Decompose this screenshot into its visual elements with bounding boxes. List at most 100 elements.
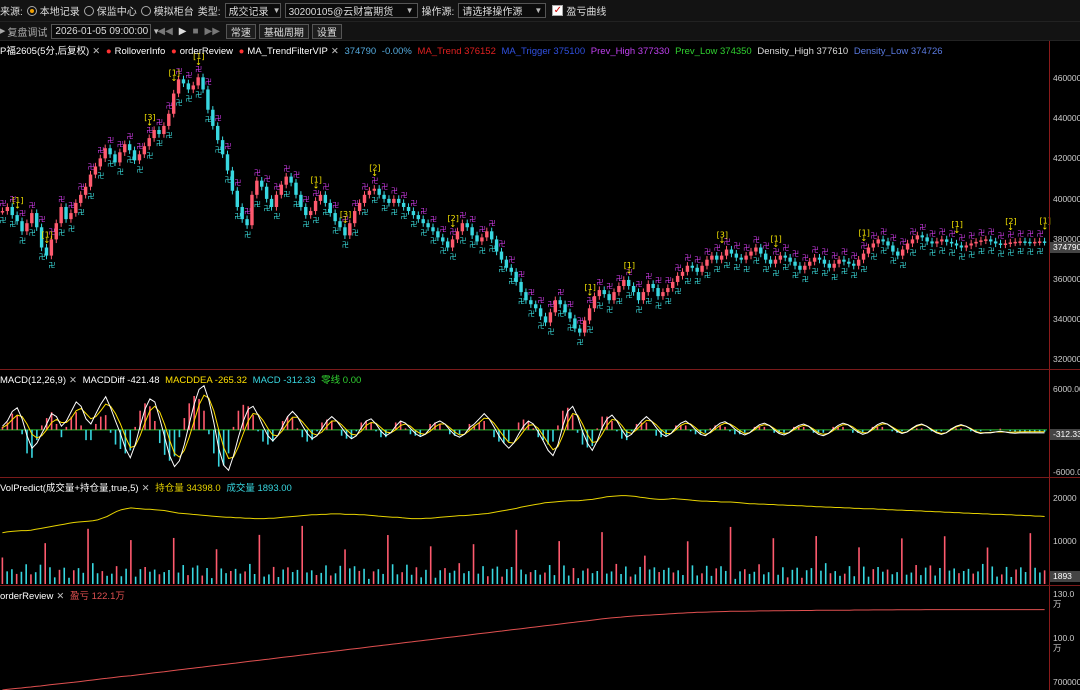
close-icon[interactable]: ✕ (69, 375, 77, 386)
candle-body (930, 241, 934, 244)
trade-marker-sell: 卍 (851, 252, 858, 260)
trade-marker-sell: 卍 (958, 234, 965, 242)
trade-marker-sell: 卍 (968, 232, 975, 240)
trade-marker-sell: 卍 (909, 228, 916, 236)
operator-select-value: 请选择操作源 (462, 7, 523, 18)
trade-marker-buy: 卍 (665, 298, 672, 306)
candle-body (30, 213, 34, 224)
candle-body (768, 259, 773, 264)
radio-cloud[interactable]: 保监中心 (83, 3, 137, 18)
candle-body (196, 77, 200, 86)
radio-off-icon[interactable] (83, 5, 94, 16)
close-icon[interactable]: ✕ (92, 46, 100, 57)
trade-marker-buy: 卍 (469, 241, 476, 249)
candle-body (827, 263, 831, 268)
trade-marker-buy: 卍 (890, 257, 897, 265)
trade-marker-buy: 卍 (861, 265, 868, 273)
operator-select[interactable]: 请选择操作源 ▼ (458, 3, 547, 18)
candle-body (695, 267, 699, 272)
candle-body (519, 281, 523, 293)
trade-marker-buy: 卍 (401, 213, 408, 221)
trade-marker-buy: 卍 (430, 237, 437, 245)
settings-button[interactable]: 设置 (311, 23, 342, 39)
trade-marker-buy: 卍 (136, 166, 143, 174)
checkbox-checked-icon[interactable]: ✓ (552, 5, 564, 16)
trade-marker-sell: 卍 (900, 238, 907, 246)
candle-body (754, 247, 758, 252)
close-icon[interactable]: ✕ (331, 46, 339, 57)
candle-body (587, 308, 592, 321)
stop-icon[interactable]: ■ (192, 26, 198, 37)
candle-body (69, 213, 73, 220)
rewind-icon[interactable]: ◀◀ (157, 26, 172, 37)
candle-body (441, 237, 445, 242)
candle-body (989, 239, 993, 242)
trade-marker-buy: 卍 (596, 302, 603, 310)
radio-off-icon[interactable] (140, 5, 151, 16)
play-icon[interactable]: ▶ (179, 26, 187, 37)
trade-marker-buy: 卍 (1007, 249, 1014, 257)
pnl-curve-toggle[interactable]: ✓ 盈亏曲线 (552, 3, 606, 18)
candle-body (719, 255, 724, 260)
candle-body (935, 241, 939, 244)
fast-forward-icon[interactable]: ▶▶ (205, 26, 220, 37)
price-tick: 320000 (1053, 354, 1080, 364)
radio-sim[interactable]: 模拟柜台 (140, 3, 194, 18)
replay-debug[interactable]: ▶ 复盘调试 (0, 24, 47, 39)
volume-value: 成交量 1893.00 (226, 483, 292, 494)
trade-marker-buy: 卍 (812, 267, 819, 275)
trade-marker-sell: 卍 (694, 256, 701, 264)
datetime-select[interactable]: 2026-01-05 09:00:00 ▼ (51, 23, 160, 39)
trade-marker-buy: 卍 (998, 250, 1005, 258)
close-icon[interactable]: ✕ (56, 591, 64, 602)
trade-marker-buy: 卍 (273, 213, 280, 221)
close-icon[interactable]: ✕ (142, 483, 150, 494)
trade-marker-sell: 卍 (352, 199, 359, 207)
trade-marker-sell: 卍 (254, 169, 261, 177)
trade-marker-buy: 卍 (978, 248, 985, 256)
candle-body (411, 211, 416, 216)
macd-legend: MACD(12,26,9) ✕ MACDDiff -421.48 MACDDEA … (0, 372, 364, 386)
trade-marker-buy: 卍 (538, 322, 545, 330)
price-legend: P福2605(5分,后复权) ✕ ● RolloverInfo ● orderRevi… (0, 43, 946, 57)
radio-on-icon[interactable] (26, 5, 37, 16)
account-select[interactable]: 30200105@云财富期货 ▼ (284, 3, 418, 18)
trade-marker-sell: 卍 (616, 274, 623, 282)
candle-body (940, 239, 944, 242)
trade-marker-sell: 卍 (802, 254, 809, 262)
candle-body (817, 257, 822, 260)
price-tick: 340000 (1053, 314, 1080, 324)
candle-body (661, 292, 665, 297)
trade-marker-buy: 卍 (772, 269, 779, 277)
type-select[interactable]: 成交记录 ▼ (224, 3, 281, 18)
radio-local[interactable]: 本地记录 (26, 3, 80, 18)
trade-marker-sell: 卍 (107, 137, 114, 145)
candle-body (127, 144, 132, 151)
trade-marker-buy: 卍 (577, 338, 584, 346)
speed-button[interactable]: 常速 (225, 23, 256, 39)
candle-body (710, 255, 714, 260)
trade-marker-buy: 卍 (587, 326, 594, 334)
volume-legend: VolPredict(成交量+持仓量,true,5) ✕ 持仓量 34398.0 … (0, 480, 295, 494)
candle-body (974, 241, 978, 244)
candle-body (876, 239, 880, 244)
trade-marker-sell: 卍 (919, 224, 926, 232)
trade-marker-buy: 卍 (675, 288, 682, 296)
replay-debug-label: 复盘调试 (7, 27, 48, 39)
candle-body (607, 294, 611, 301)
pnl-curve-label: 盈亏曲线 (566, 7, 607, 18)
arrow-down-icon: ↓ (195, 58, 202, 67)
trade-marker-buy: 卍 (78, 209, 85, 217)
candle-body (602, 290, 606, 295)
candle-body (949, 241, 954, 244)
pnl-legend: orderReview ✕ 盈亏 122.1万 (0, 588, 128, 602)
density-low-value: Density_Low 374726 (853, 46, 943, 57)
base-period-button[interactable]: 基础周期 (258, 23, 309, 39)
trade-marker-sell: 卍 (890, 234, 897, 242)
candle-body (847, 261, 851, 264)
macd-dea-value: MACDDEA -265.32 (165, 375, 248, 386)
trade-marker-buy: 卍 (645, 298, 652, 306)
trade-marker-sell: 卍 (635, 280, 642, 288)
candle-body (470, 227, 474, 236)
candle-body (98, 158, 103, 167)
